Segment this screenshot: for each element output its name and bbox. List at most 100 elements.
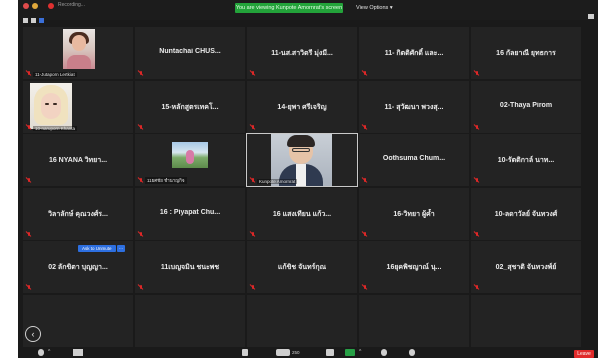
participant-tile[interactable]: 11-Jutaporn Lertkiat [23, 27, 133, 79]
muted-mic-icon [251, 124, 255, 130]
participant-tile[interactable]: 11- สุวัฒนา พวงสุ... [359, 80, 469, 133]
participant-tile[interactable]: 16 แสงเทียน แก้ว... [247, 187, 357, 240]
participant-tile[interactable]: 16 : Piyapat Chu... [135, 187, 245, 240]
participant-tile[interactable]: 10-รัตติกาล์ นาท... [471, 134, 581, 187]
shield-icon[interactable] [23, 18, 28, 24]
muted-mic-icon [475, 178, 479, 183]
muted-mic-icon [27, 178, 31, 183]
participant-name: 16-วิทยา ผู้ค้ำ [393, 210, 435, 218]
participant-name: 16 : Piyapat Chu... [159, 208, 221, 216]
record-icon[interactable] [381, 349, 387, 356]
participant-name: 16 กัลยาณี ยุทธการ [496, 50, 556, 57]
muted-mic-icon [27, 285, 31, 290]
participant-label: 11ยศชัย ชำนาญกิจ [145, 177, 187, 185]
share-screen-icon[interactable] [345, 349, 355, 356]
participant-name: 11- กิตติศักดิ์ และ... [384, 50, 444, 57]
participant-tile[interactable]: Oothsuma Chum... [359, 134, 469, 187]
meeting-toolbar: ^ 250 ^ Leave [18, 347, 598, 358]
chat-icon[interactable] [326, 349, 334, 356]
view-options-button[interactable]: View Options ▾ [356, 3, 393, 13]
participant-tile[interactable]: Kunpote Amornrat [246, 133, 358, 188]
muted-mic-icon [27, 71, 31, 76]
zoom-meeting-window: Recording... You are viewing Kunpote Amo… [18, 0, 598, 358]
reactions-icon[interactable] [409, 349, 415, 356]
participant-tile[interactable]: 16 NYANA วิทยา... [23, 134, 133, 187]
participant-tile[interactable] [471, 294, 581, 347]
participant-tile[interactable]: 16-วิทยา ผู้ค้ำ [359, 187, 469, 240]
security-icon[interactable] [242, 349, 248, 356]
participant-tile[interactable]: วิลาลักษ์ คุณวงศ์ร... [23, 187, 133, 240]
participant-name: 02-Thaya Pirom [499, 101, 553, 109]
muted-mic-icon [139, 124, 143, 130]
participant-name: 15-หลักสูตรเทคโ... [161, 103, 219, 111]
participant-name: วิลาลักษ์ คุณวงศ์ร... [48, 210, 108, 218]
participant-tile[interactable]: Nuntachai CHUS... [135, 27, 245, 79]
meeting-info-icon[interactable] [39, 18, 44, 24]
muted-mic-icon [251, 231, 255, 237]
muted-mic-icon [475, 231, 479, 237]
participant-tile[interactable]: 02-Thaya Pirom [471, 80, 581, 133]
participants-icon[interactable] [276, 349, 290, 356]
muted-mic-icon [139, 71, 143, 76]
top-bar: Recording... You are viewing Kunpote Amo… [18, 0, 598, 24]
participant-label: 11-Jutaporn Lertkiat [33, 72, 77, 77]
participant-video [63, 29, 95, 69]
participant-tile[interactable]: 14-ยุพา ศรีเจริญ [247, 80, 357, 133]
participant-tile[interactable] [247, 294, 357, 347]
share-options-chevron-icon[interactable]: ^ [359, 349, 361, 356]
leave-button[interactable]: Leave [574, 350, 594, 358]
mute-microphone-icon[interactable] [38, 349, 44, 356]
top-left-icons [23, 12, 47, 24]
participant-name: Nuntachai CHUS... [159, 48, 221, 55]
participant-tile[interactable]: 02 ลักขิตา บุญญา... Ask to Unmute ··· [23, 241, 133, 294]
participants-count: 250 [292, 350, 300, 355]
participant-tile[interactable]: 16 กัลยาณี ยุทธการ [471, 27, 581, 79]
participant-tile[interactable]: 10-naruporn Khanta [23, 80, 133, 133]
prev-page-button[interactable]: ‹ [25, 326, 41, 342]
participant-tile[interactable]: 11เบญจมิน ชนะพช [135, 241, 245, 294]
participant-name: 16 NYANA วิทยา... [48, 157, 108, 165]
participant-name: 11- สุวัฒนา พวงสุ... [384, 103, 444, 111]
participant-label: 10-naruporn Khanta [33, 125, 78, 131]
participant-name: 02_สุชาติ จันทวงพ์ย์ [495, 264, 557, 272]
participant-tile[interactable]: 11-นส.สาวิตรี มุ่งมี... [247, 27, 357, 79]
window-title: Recording... [58, 2, 85, 8]
minimize-window-dot[interactable] [32, 3, 38, 9]
muted-mic-icon [475, 71, 479, 76]
muted-mic-icon [363, 71, 367, 76]
participant-tile[interactable] [359, 294, 469, 347]
participant-name: 10-ลดาวัลย์ จันทวงศ์ [494, 210, 558, 218]
participant-name: 16ยุคพิชญาณ์ นุ... [386, 264, 442, 272]
muted-mic-icon [251, 178, 255, 183]
participant-tile[interactable]: แก้ขิช จันทร์กุณ [247, 241, 357, 294]
participant-name: 10-รัตติกาล์ นาท... [497, 157, 555, 165]
muted-mic-icon [251, 285, 255, 290]
ask-to-unmute-button[interactable]: Ask to Unmute [78, 245, 116, 253]
participant-tile[interactable]: 11- กิตติศักดิ์ และ... [359, 27, 469, 79]
muted-mic-icon [139, 178, 143, 183]
participant-name: 14-ยุพา ศรีเจริญ [277, 103, 327, 111]
participant-tile[interactable]: 10-ลดาวัลย์ จันทวงศ์ [471, 187, 581, 240]
participant-tile[interactable]: 15-หลักสูตรเทคโ... [135, 80, 245, 133]
participant-name: 11เบญจมิน ชนะพช [160, 264, 220, 272]
start-video-icon[interactable] [73, 349, 83, 356]
gallery-view-icon[interactable] [588, 14, 594, 19]
recording-indicator-icon [48, 3, 54, 9]
info-icon[interactable] [31, 18, 36, 24]
participant-tile[interactable]: 16ยุคพิชญาณ์ นุ... [359, 241, 469, 294]
muted-mic-icon [139, 231, 143, 237]
muted-mic-icon [27, 124, 31, 130]
participant-video [172, 142, 208, 169]
participant-tile[interactable] [23, 294, 133, 347]
audio-options-chevron-icon[interactable]: ^ [48, 349, 50, 356]
muted-mic-icon [363, 124, 367, 130]
close-window-dot[interactable] [23, 3, 29, 9]
screen-share-banner: You are viewing Kunpote Amornrat's scree… [235, 3, 343, 13]
more-options-icon[interactable]: ··· [117, 245, 125, 253]
muted-mic-icon [251, 71, 255, 76]
muted-mic-icon [475, 285, 479, 290]
participant-tile[interactable] [135, 294, 245, 347]
participant-tile[interactable]: 02_สุชาติ จันทวงพ์ย์ [471, 241, 581, 294]
participant-tile[interactable]: 11ยศชัย ชำนาญกิจ [135, 134, 245, 187]
participant-name: Oothsuma Chum... [382, 155, 446, 163]
